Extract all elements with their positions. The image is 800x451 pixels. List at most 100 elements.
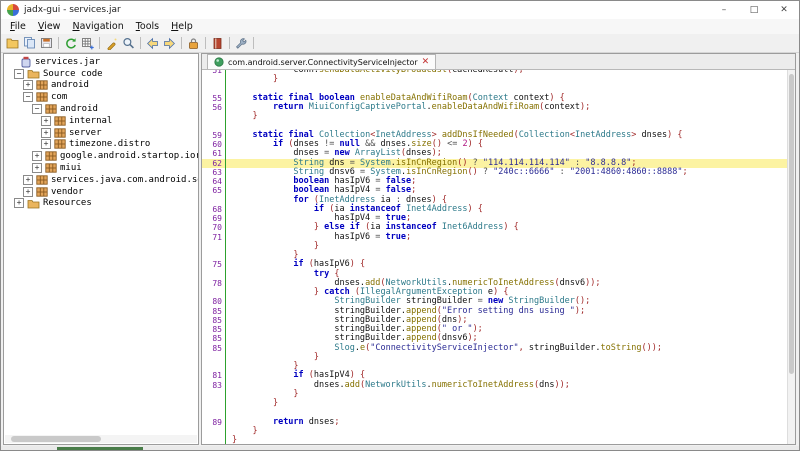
reload-icon [64,37,77,50]
settings-button[interactable] [233,35,250,51]
code-line[interactable]: 56 return MiuiConfigCaptivePortal.enable… [202,103,787,112]
add-files-button[interactable] [21,35,38,51]
line-number [202,85,225,94]
tree-item[interactable]: android [4,103,198,115]
search-text-button[interactable] [103,35,120,51]
tree-scrollbar-thumb[interactable] [11,436,101,442]
code-panel: com.android.server.ConnectivityServiceIn… [201,53,796,445]
line-number [202,75,225,84]
tree-item[interactable]: Resources [4,198,198,210]
log-viewer-icon [211,37,224,50]
add-files-icon [23,37,36,49]
line-number: 75 [202,260,225,269]
tree-item[interactable]: Source code [4,68,198,80]
tree-item[interactable]: android [4,80,198,92]
window-title: jadx-gui - services.jar [24,5,121,15]
toolbar-separator [58,37,59,49]
tree-item-label: Source code [43,69,103,79]
package-icon [36,187,48,197]
package-icon [36,175,48,185]
tree-item-label: vendor [51,187,84,197]
package-icon [45,151,57,161]
tab-label: com.android.server.ConnectivityServiceIn… [228,58,418,67]
deobfuscation-button[interactable] [79,35,96,51]
gutter-divider [225,70,226,444]
code-editor[interactable]: 51 conn.sendDataActivityBroadcast(cached… [202,70,787,444]
code-line[interactable]: } [202,399,787,408]
code-line[interactable]: 89 return dnses; [202,418,787,427]
expand-handle-icon[interactable] [23,80,33,90]
line-number: 85 [202,307,225,316]
toolbar-separator [140,37,141,49]
expand-handle-icon[interactable] [23,187,33,197]
tree-item[interactable]: timezone.distro [4,139,198,151]
line-number: 65 [202,186,225,195]
tree-item-label: server [69,128,102,138]
tree-horizontal-scrollbar[interactable] [5,435,197,443]
tab-bar: com.android.server.ConnectivityServiceIn… [202,54,795,70]
forward-icon [163,37,176,50]
menu-item[interactable]: Navigation [66,20,129,33]
title-bar: jadx-gui - services.jar – □ ✕ [1,1,799,19]
tree-item[interactable]: services.java.com.android.server. [4,174,198,186]
tree-item[interactable]: miui [4,162,198,174]
line-number [202,362,225,371]
log-viewer-button[interactable] [209,35,226,51]
reload-button[interactable] [62,35,79,51]
menu-item[interactable]: Help [165,20,199,33]
tree-item[interactable]: com [4,91,198,103]
expand-handle-icon[interactable] [14,69,24,79]
search-class-icon [122,37,135,50]
line-number [202,251,225,260]
tab-close-icon[interactable]: ✕ [422,58,430,67]
code-line[interactable]: } [202,436,787,444]
forward-button[interactable] [161,35,178,51]
line-number [202,196,225,205]
tree-item[interactable]: google.android.startop.iorap [4,150,198,162]
editor-vertical-scrollbar[interactable] [787,70,795,444]
line-number: 89 [202,418,225,427]
tree-item-label: services.jar [35,57,100,67]
maximize-button[interactable]: □ [739,1,769,19]
open-file-icon [6,37,19,49]
code-line[interactable]: } [202,112,787,121]
menu-item[interactable]: File [4,20,32,33]
expand-handle-icon[interactable] [32,163,42,173]
line-number [202,242,225,251]
expand-handle-icon[interactable] [41,128,51,138]
tree-item[interactable]: services.jar [4,56,198,68]
minimize-button[interactable]: – [709,1,739,19]
expand-handle-icon[interactable] [23,175,33,185]
code-line[interactable]: } [202,75,787,84]
toolbar [1,34,799,53]
save-all-button[interactable] [38,35,55,51]
expand-handle-icon[interactable] [32,151,42,161]
expand-handle-icon[interactable] [23,92,33,102]
tree-item[interactable]: server [4,127,198,139]
tree-item[interactable]: internal [4,115,198,127]
expand-handle-icon[interactable] [14,198,24,208]
expand-handle-icon[interactable] [32,104,42,114]
back-icon [146,37,159,50]
toolbar-separator [253,37,254,49]
back-button[interactable] [144,35,161,51]
toolbar-separator [229,37,230,49]
tab-connectivity-service-injector[interactable]: com.android.server.ConnectivityServiceIn… [207,54,436,69]
package-icon [54,116,66,126]
open-file-button[interactable] [4,35,21,51]
menu-item[interactable]: Tools [130,20,165,33]
search-class-button[interactable] [120,35,137,51]
line-number [202,436,225,444]
expand-handle-icon[interactable] [41,139,51,149]
expand-handle-icon[interactable] [41,116,51,126]
editor-scrollbar-thumb[interactable] [789,74,794,374]
close-button[interactable]: ✕ [769,1,799,19]
line-number [202,122,225,131]
lock-button[interactable] [185,35,202,51]
tree-item[interactable]: vendor [4,186,198,198]
menu-item[interactable]: View [32,20,67,33]
code-line[interactable]: } [202,390,787,399]
line-number: 85 [202,334,225,343]
code-line[interactable]: } [202,427,787,436]
tree-item-label: android [51,80,89,90]
